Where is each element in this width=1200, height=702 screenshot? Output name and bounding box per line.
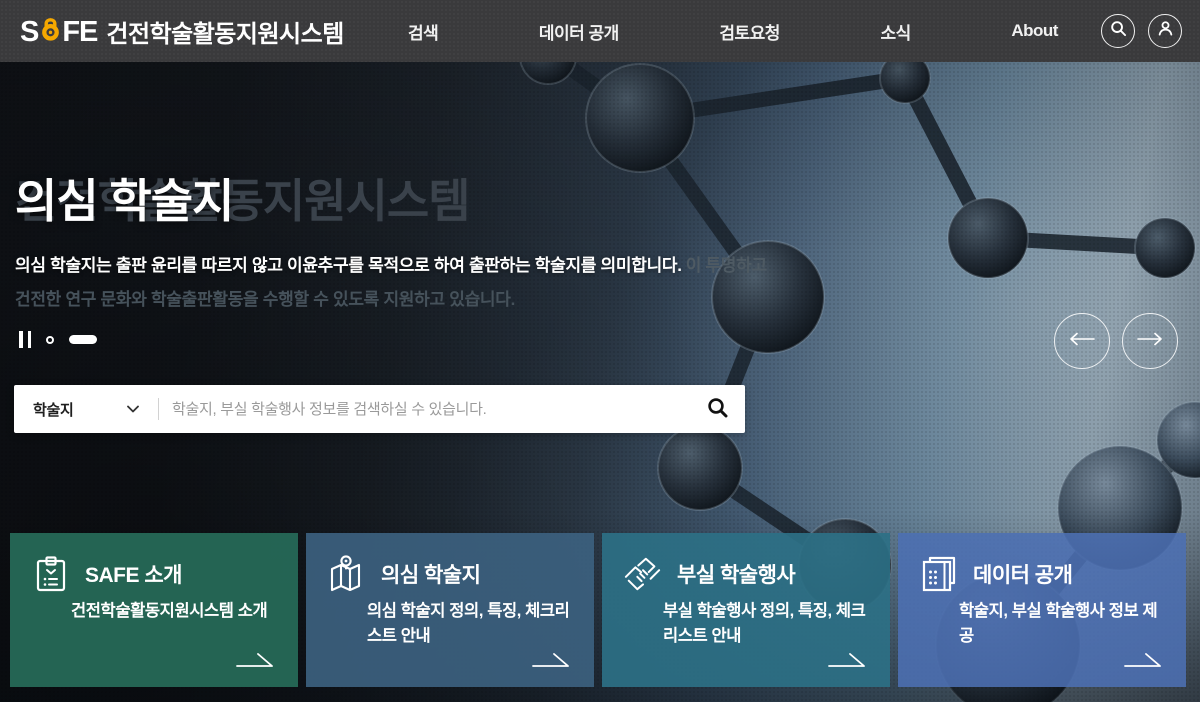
hero-description: 의심 학술지는 출판 윤리를 따르지 않고 이윤추구를 목적으로 하여 출판하는… [15, 251, 767, 276]
brand-logo[interactable]: S FE 건전학술활동지원시스템 [20, 0, 344, 62]
logo-letters-fe: FE [62, 18, 97, 47]
search-category-value: 학술지 [33, 399, 74, 420]
carousel-dot-2-active[interactable] [69, 335, 97, 344]
map-pin-icon [328, 555, 366, 593]
nav-item-news[interactable]: 소식 [881, 19, 911, 44]
open-access-icon [40, 15, 61, 47]
hero-description-text: 의심 학술지는 출판 윤리를 따르지 않고 이윤추구를 목적으로 하여 출판하는… [15, 256, 682, 275]
search-input[interactable] [172, 401, 689, 418]
login-button[interactable] [1148, 14, 1182, 48]
card-subtitle: 의심 학술지 정의, 특징, 체크리스트 안내 [367, 599, 580, 649]
card-arrow-icon [1124, 652, 1162, 673]
handshake-icon [624, 555, 662, 593]
card-suspicious-journal[interactable]: 의심 학술지 의심 학술지 정의, 특징, 체크리스트 안내 [306, 533, 594, 687]
carousel-dot-1[interactable] [46, 336, 54, 344]
site-title: 건전학술활동지원시스템 [106, 14, 343, 49]
next-slide-button[interactable] [1122, 313, 1178, 369]
clipboard-icon [32, 555, 70, 593]
logo-letter-s: S [20, 18, 38, 47]
chevron-down-icon [127, 400, 139, 418]
documents-icon [920, 555, 958, 593]
nav-icon-group [1101, 14, 1182, 48]
card-arrow-icon [236, 652, 274, 673]
card-poor-conference[interactable]: 부실 학술행사 부실 학술행사 정의, 특징, 체크리스트 안내 [602, 533, 890, 687]
card-subtitle: 건전학술활동지원시스템 소개 [71, 599, 284, 624]
card-arrow-icon [532, 652, 570, 673]
card-subtitle: 학술지, 부실 학술행사 정보 제공 [959, 599, 1172, 649]
card-title: 부실 학술행사 [677, 559, 795, 589]
quick-link-cards: SAFE 소개 건전학술활동지원시스템 소개 [10, 533, 1186, 687]
card-title: SAFE 소개 [85, 559, 182, 589]
hero-banner: 건전학술활동지원시스템 의심 학술지 의심 학술지는 출판 윤리를 따르지 않고… [0, 62, 1200, 702]
pause-icon[interactable] [19, 331, 31, 348]
search-submit-button[interactable] [689, 385, 745, 433]
magnifier-icon [707, 397, 728, 421]
card-safe-intro[interactable]: SAFE 소개 건전학술활동지원시스템 소개 [10, 533, 298, 687]
card-data-release[interactable]: 데이터 공개 학술지, 부실 학술행사 정보 제공 [898, 533, 1186, 687]
search-icon [1110, 20, 1127, 42]
main-nav: 검색 데이터 공개 검토요청 소식 About [408, 0, 1058, 62]
ghost-description-line2: 건전한 연구 문화와 학술출판활동을 수행할 수 있도록 지원하고 있습니다. [15, 285, 515, 310]
nav-item-search[interactable]: 검색 [408, 19, 438, 44]
arrow-right-icon [1137, 332, 1163, 351]
ghost-description-suffix: 이 투명하고 [686, 256, 767, 275]
carousel-arrows [1054, 313, 1178, 369]
search-category-dropdown[interactable]: 학술지 [33, 399, 139, 420]
search-button[interactable] [1101, 14, 1135, 48]
carousel-controls [19, 331, 97, 348]
arrow-left-icon [1069, 332, 1095, 351]
nav-item-about[interactable]: About [1011, 21, 1058, 41]
prev-slide-button[interactable] [1054, 313, 1110, 369]
card-title: 데이터 공개 [973, 559, 1072, 589]
page-root: { "brand": { "logo_s": "S", "logo_fe": "… [0, 0, 1200, 702]
top-navbar: S FE 건전학술활동지원시스템 검색 데이터 공개 검토요청 소식 About [0, 0, 1200, 62]
search-divider [158, 398, 159, 420]
card-arrow-icon [828, 652, 866, 673]
card-subtitle: 부실 학술행사 정의, 특징, 체크리스트 안내 [663, 599, 876, 649]
nav-item-review-request[interactable]: 검토요청 [719, 19, 780, 44]
user-icon [1157, 20, 1174, 42]
safe-logo: S FE [20, 15, 97, 47]
hero-title: 의심 학술지 [15, 165, 233, 231]
nav-item-data-release[interactable]: 데이터 공개 [539, 19, 619, 44]
hero-search-bar: 학술지 [14, 385, 745, 433]
card-title: 의심 학술지 [381, 559, 480, 589]
